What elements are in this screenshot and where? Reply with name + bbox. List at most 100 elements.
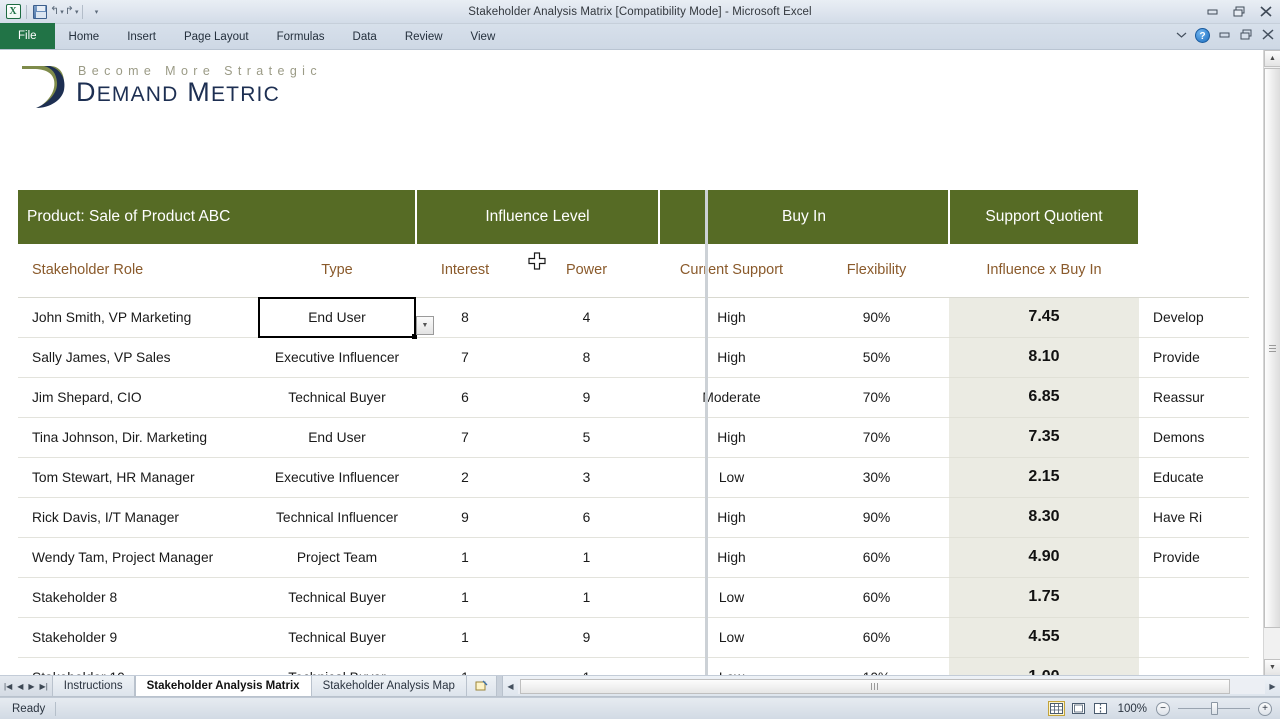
cell-action[interactable]: Provide	[1139, 337, 1249, 377]
cell-action[interactable]: Reassur	[1139, 377, 1249, 417]
ribbon-right-controls[interactable]: ?	[1173, 28, 1276, 43]
cell-stakeholder-role[interactable]: Jim Shepard, CIO	[18, 377, 258, 417]
cell-power[interactable]: 8	[514, 337, 659, 377]
cell-type[interactable]: Executive Influencer	[258, 337, 416, 377]
cell-stakeholder-role[interactable]: Wendy Tam, Project Manager	[18, 537, 258, 577]
cell-interest[interactable]: 1	[416, 577, 514, 617]
tab-home[interactable]: Home	[55, 25, 114, 49]
table-row[interactable]: Wendy Tam, Project ManagerProject Team11…	[18, 537, 1249, 577]
zoom-slider-thumb[interactable]	[1211, 702, 1218, 715]
horizontal-scrollbar[interactable]: ◀ ▶	[502, 676, 1280, 696]
quick-access-toolbar[interactable]: X ↰▾ ↱▾ ▾	[0, 0, 105, 23]
cell-support-quotient[interactable]: 4.55	[949, 617, 1139, 657]
cell-support-quotient[interactable]: 7.45	[949, 297, 1139, 337]
cell-power[interactable]: 9	[514, 617, 659, 657]
cell-type[interactable]: End User	[258, 417, 416, 457]
table-row[interactable]: Stakeholder 8Technical Buyer11Low60%1.75	[18, 577, 1249, 617]
hscroll-right-icon[interactable]: ▶	[1265, 682, 1280, 691]
cell-flexibility[interactable]: 50%	[804, 337, 949, 377]
tab-data[interactable]: Data	[339, 25, 391, 49]
cell-flexibility[interactable]: 10%	[804, 657, 949, 676]
tab-insert[interactable]: Insert	[113, 25, 170, 49]
selected-cell-outline[interactable]	[258, 297, 416, 338]
tab-review[interactable]: Review	[391, 25, 457, 49]
page-break-preview-icon[interactable]	[1092, 701, 1109, 716]
cell-action[interactable]	[1139, 577, 1249, 617]
table-row[interactable]: Rick Davis, I/T ManagerTechnical Influen…	[18, 497, 1249, 537]
cell-type[interactable]: Executive Influencer	[258, 457, 416, 497]
zoom-in-button[interactable]: +	[1258, 702, 1272, 716]
cell-current-support[interactable]: Low	[659, 577, 804, 617]
cell-interest[interactable]: 1	[416, 657, 514, 676]
cell-support-quotient[interactable]: 1.75	[949, 577, 1139, 617]
cell-stakeholder-role[interactable]: Rick Davis, I/T Manager	[18, 497, 258, 537]
nav-first-icon[interactable]: |◀	[4, 682, 12, 691]
restore-icon[interactable]	[1229, 3, 1249, 19]
cell-power[interactable]: 1	[514, 537, 659, 577]
cell-power[interactable]: 9	[514, 377, 659, 417]
cell-support-quotient[interactable]: 7.35	[949, 417, 1139, 457]
cell-action[interactable]: Demons	[1139, 417, 1249, 457]
zoom-out-button[interactable]: −	[1156, 702, 1170, 716]
scroll-down-icon[interactable]: ▼	[1264, 659, 1280, 676]
cell-support-quotient[interactable]: 8.30	[949, 497, 1139, 537]
cell-power[interactable]: 5	[514, 417, 659, 457]
cell-support-quotient[interactable]: 8.10	[949, 337, 1139, 377]
cell-action[interactable]: Develop	[1139, 297, 1249, 337]
tab-file[interactable]: File	[0, 23, 55, 49]
table-row[interactable]: Stakeholder 9Technical Buyer19Low60%4.55	[18, 617, 1249, 657]
cell-support-quotient[interactable]: 2.15	[949, 457, 1139, 497]
sheet-tab-stakeholder-analysis-matrix[interactable]: Stakeholder Analysis Matrix	[135, 676, 312, 696]
cell-flexibility[interactable]: 60%	[804, 577, 949, 617]
cell-flexibility[interactable]: 70%	[804, 417, 949, 457]
cell-support-quotient[interactable]: 1.00	[949, 657, 1139, 676]
table-row[interactable]: Tom Stewart, HR ManagerExecutive Influen…	[18, 457, 1249, 497]
redo-button[interactable]: ↱▾	[65, 6, 79, 17]
cell-flexibility[interactable]: 70%	[804, 377, 949, 417]
ribbon-restore-window-icon[interactable]	[1238, 29, 1254, 43]
scroll-up-icon[interactable]: ▲	[1264, 50, 1280, 67]
sheet-tab-bar[interactable]: |◀ ◀ ▶ ▶| Instructions Stakeholder Analy…	[0, 676, 1280, 697]
insert-worksheet-icon[interactable]	[467, 676, 497, 696]
cell-stakeholder-role[interactable]: Tina Johnson, Dir. Marketing	[18, 417, 258, 457]
tab-page-layout[interactable]: Page Layout	[170, 25, 263, 49]
cell-type[interactable]: Technical Influencer	[258, 497, 416, 537]
cell-interest[interactable]: 7	[416, 417, 514, 457]
cell-action[interactable]	[1139, 617, 1249, 657]
cell-current-support[interactable]: High	[659, 537, 804, 577]
sheet-tab-stakeholder-analysis-map[interactable]: Stakeholder Analysis Map	[312, 676, 467, 696]
cell-stakeholder-role[interactable]: Stakeholder 9	[18, 617, 258, 657]
minimize-icon[interactable]	[1202, 3, 1222, 19]
stakeholder-matrix-table[interactable]: Product: Sale of Product ABC Influence L…	[18, 190, 1249, 676]
cell-current-support[interactable]: High	[659, 337, 804, 377]
hscroll-track[interactable]	[518, 679, 1265, 694]
help-icon[interactable]: ?	[1195, 28, 1210, 43]
cell-power[interactable]: 1	[514, 657, 659, 676]
cell-action[interactable]: Have Ri	[1139, 497, 1249, 537]
nav-last-icon[interactable]: ▶|	[40, 682, 48, 691]
cell-flexibility[interactable]: 60%	[804, 617, 949, 657]
cell-action[interactable]	[1139, 657, 1249, 676]
save-icon[interactable]	[31, 3, 49, 21]
cell-interest[interactable]: 1	[416, 617, 514, 657]
horizontal-scroll-thumb[interactable]	[520, 679, 1230, 694]
cell-flexibility[interactable]: 60%	[804, 537, 949, 577]
nav-prev-icon[interactable]: ◀	[17, 682, 23, 691]
sheet-tab-instructions[interactable]: Instructions	[53, 676, 135, 696]
cell-flexibility[interactable]: 90%	[804, 297, 949, 337]
cell-current-support[interactable]: High	[659, 497, 804, 537]
vertical-scrollbar[interactable]: ▲ ▼	[1263, 50, 1280, 676]
cell-interest[interactable]: 6	[416, 377, 514, 417]
minimize-ribbon-icon[interactable]	[1173, 30, 1189, 42]
cell-type[interactable]: Technical Buyer	[258, 617, 416, 657]
cell-stakeholder-role[interactable]: Tom Stewart, HR Manager	[18, 457, 258, 497]
sheet-nav-buttons[interactable]: |◀ ◀ ▶ ▶|	[0, 676, 53, 696]
table-row[interactable]: Tina Johnson, Dir. MarketingEnd User75Hi…	[18, 417, 1249, 457]
tab-view[interactable]: View	[457, 25, 510, 49]
customize-qat-icon[interactable]: ▾	[87, 3, 105, 21]
table-row[interactable]: Stakeholder 10Technical Buyer11Low10%1.0…	[18, 657, 1249, 676]
close-icon[interactable]	[1256, 3, 1276, 19]
cell-current-support[interactable]: High	[659, 417, 804, 457]
undo-button[interactable]: ↰▾	[50, 6, 64, 17]
ribbon-minimize-window-icon[interactable]	[1216, 30, 1232, 42]
